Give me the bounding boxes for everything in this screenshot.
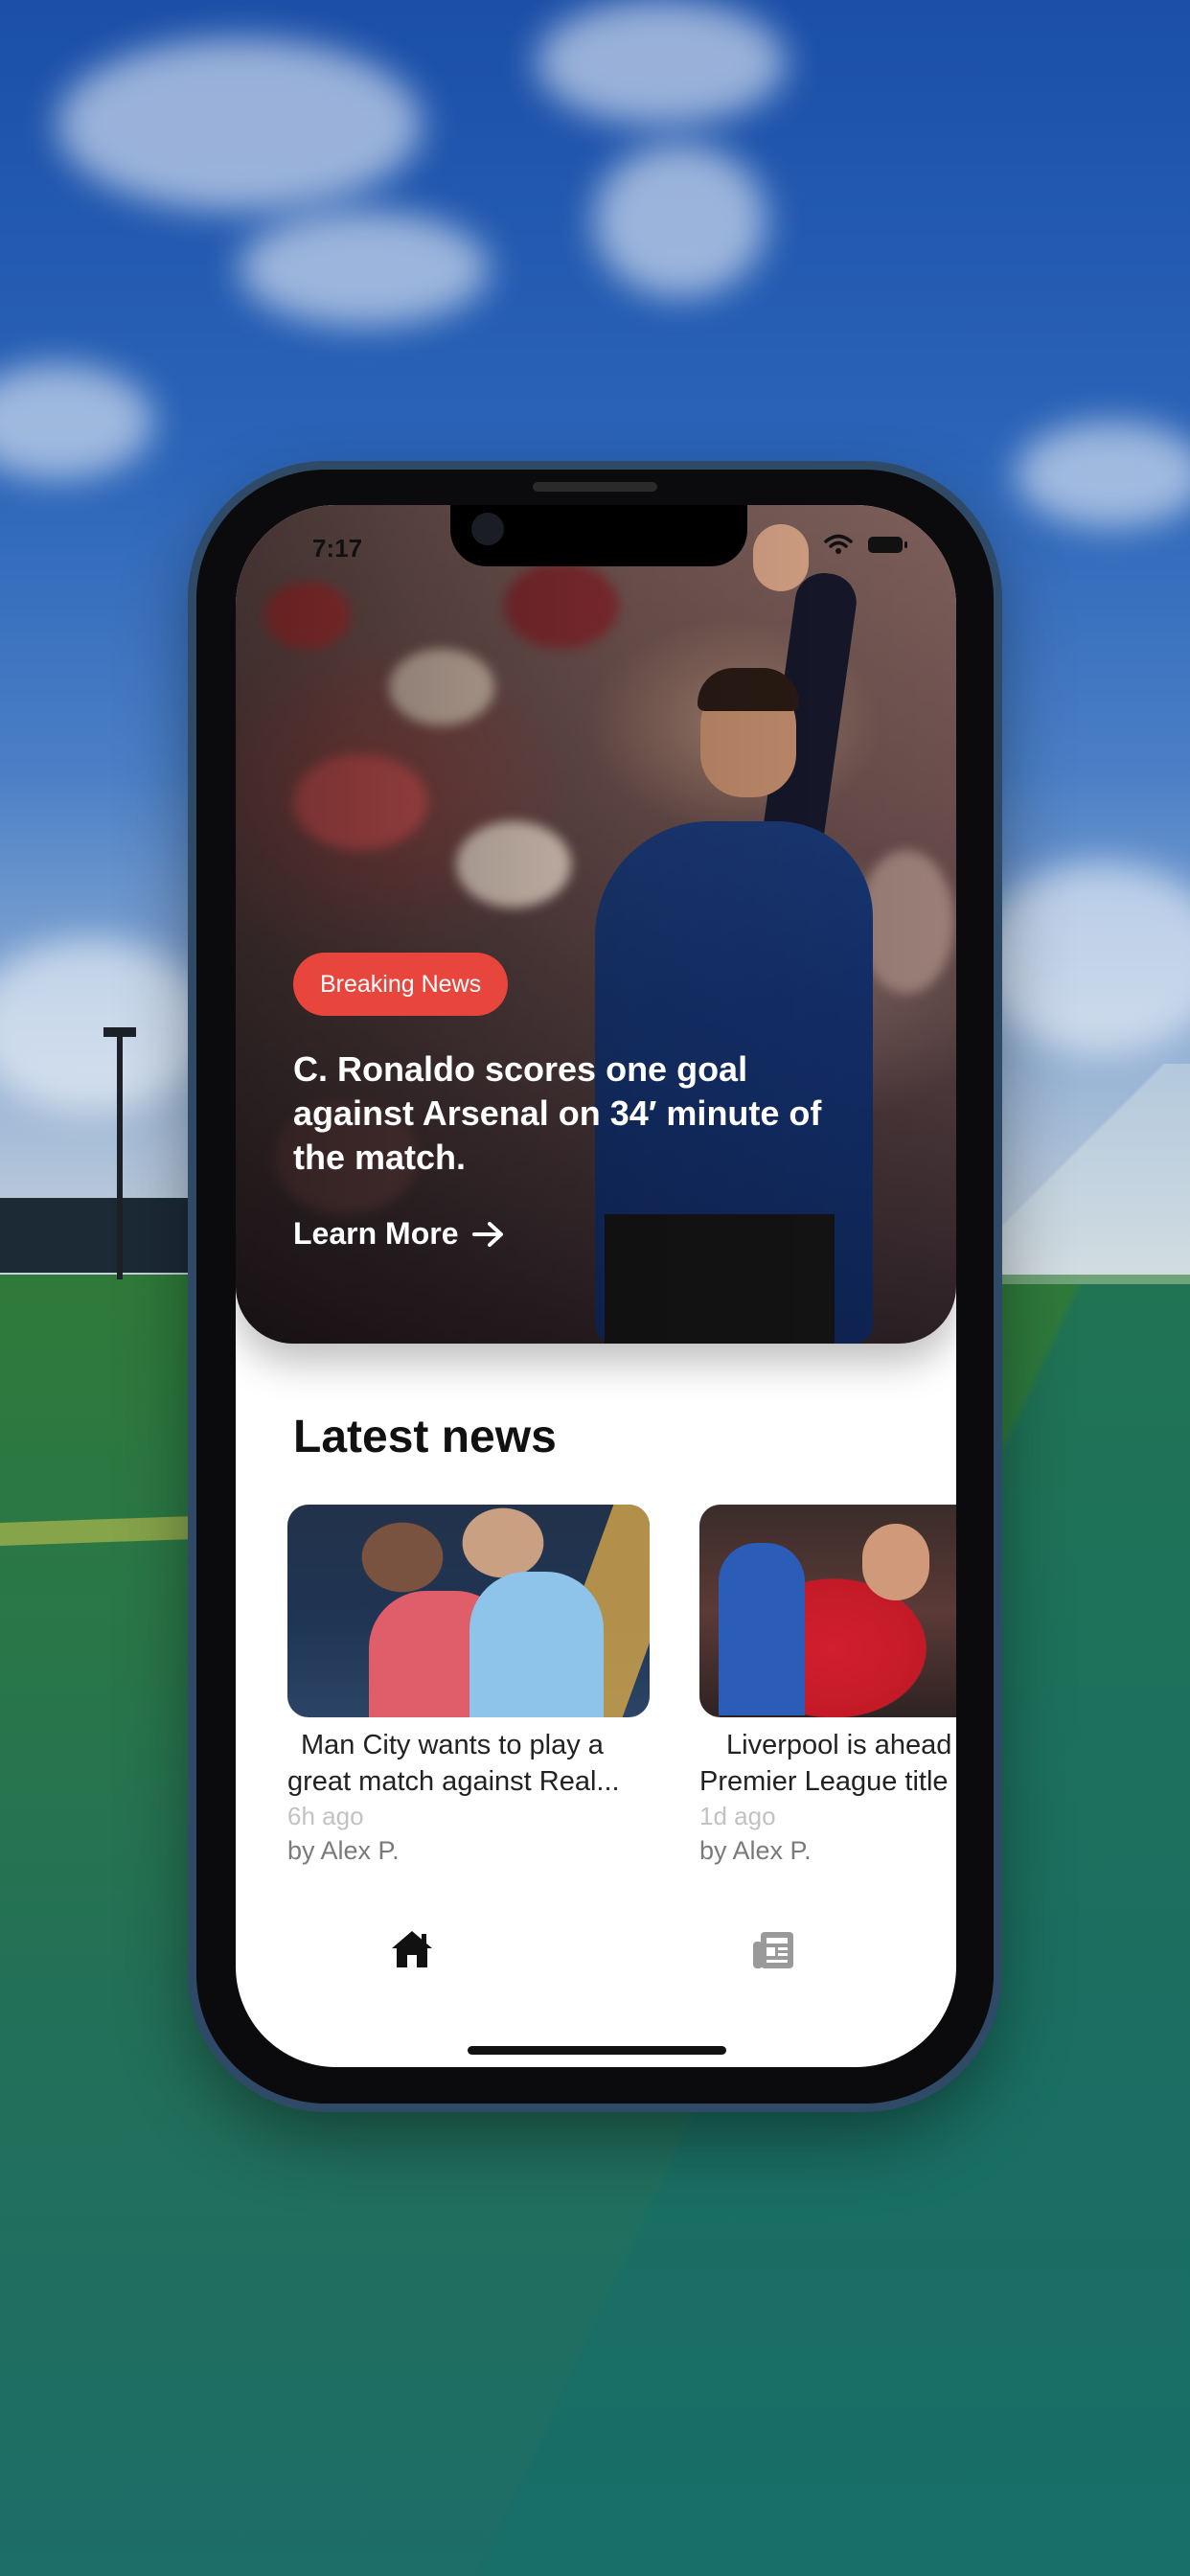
wifi-icon (824, 534, 853, 554)
cloud (57, 38, 422, 211)
news-card-author: by Alex P. (699, 1836, 812, 1865)
news-card-title: Liverpool is ahead Premier League title (699, 1727, 951, 1800)
learn-more-link[interactable]: Learn More (293, 1216, 506, 1252)
phone-screen: Breaking News C. Ronaldo scores one goal… (236, 505, 956, 2067)
home-indicator (468, 2046, 726, 2055)
learn-more-label: Learn More (293, 1216, 459, 1251)
news-card-time: 1d ago (699, 1802, 776, 1830)
cloud (240, 211, 489, 326)
news-card-image (287, 1505, 650, 1717)
latest-news-title: Latest news (293, 1412, 557, 1462)
image-detail (469, 1572, 604, 1717)
stadium-stand (0, 1198, 192, 1273)
news-carousel[interactable] (236, 1492, 956, 1741)
image-detail (862, 1524, 929, 1600)
hero-headline: C. Ronaldo scores one goal against Arsen… (293, 1049, 822, 1177)
home-icon[interactable] (389, 1928, 435, 1970)
news-card-title-line1: Liverpool is ahead (726, 1730, 952, 1760)
news-card-text[interactable]: Liverpool is ahead Premier League title … (699, 1727, 951, 1869)
status-time: 7:17 (312, 534, 363, 563)
phone-speaker (533, 482, 657, 492)
arrow-right-icon (472, 1221, 504, 1247)
news-card-author: by Alex P. (287, 1836, 400, 1865)
floodlight-pole (117, 1030, 123, 1279)
news-card-text[interactable]: Man City wants to play a great match aga… (287, 1727, 620, 1869)
news-card-time: 6h ago (287, 1802, 364, 1830)
newspaper-icon[interactable] (751, 1930, 795, 1970)
news-card[interactable] (287, 1505, 652, 1717)
news-card-title-line2: great match against Real... (287, 1766, 620, 1797)
breaking-news-badge: Breaking News (293, 953, 509, 1016)
news-card-text-row: Man City wants to play a great match aga… (287, 1727, 956, 1909)
news-card[interactable] (699, 1505, 956, 1717)
news-card-title-line1: Man City wants to play a (301, 1730, 604, 1760)
image-detail (719, 1543, 805, 1715)
silent-switch (189, 623, 196, 661)
volume-up-button (189, 709, 196, 805)
news-card-image (699, 1505, 956, 1717)
power-button (994, 728, 1001, 872)
battery-icon (868, 537, 907, 553)
cloud (594, 144, 767, 297)
volume-down-button (189, 824, 196, 920)
hero-banner[interactable]: Breaking News C. Ronaldo scores one goal… (236, 505, 956, 1344)
floodlight-head (103, 1027, 136, 1037)
goal-net (996, 1064, 1190, 1284)
news-card-title-line2: Premier League title (699, 1766, 949, 1797)
cloud (537, 0, 786, 125)
news-card-title: Man City wants to play a great match aga… (287, 1727, 620, 1800)
front-camera (471, 513, 504, 545)
